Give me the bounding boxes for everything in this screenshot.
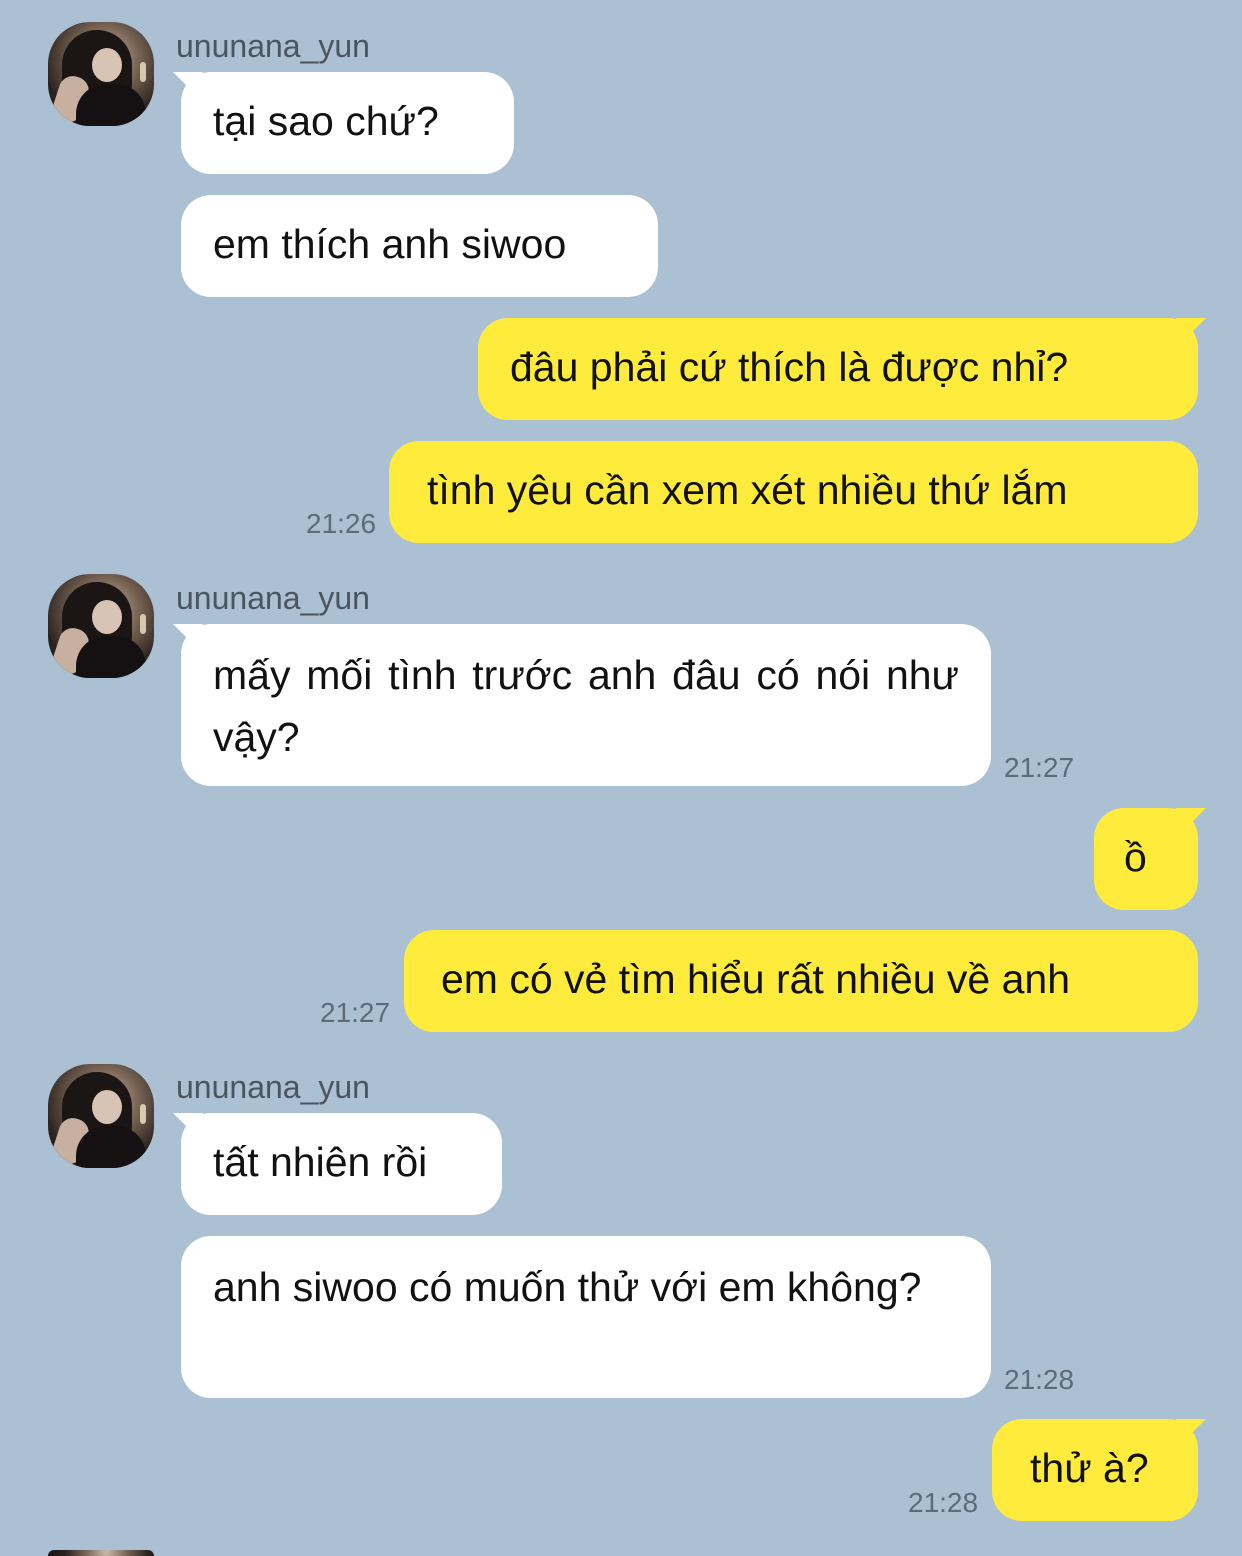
message-text: tại sao chứ? (213, 98, 439, 144)
contact-avatar[interactable] (48, 574, 154, 678)
message-text: đâu phải cứ thích là được nhỉ? (510, 344, 1069, 390)
incoming-message-bubble[interactable]: tại sao chứ? (181, 72, 514, 174)
message-text: thử à? (1030, 1445, 1149, 1491)
incoming-message-bubble[interactable]: tất nhiên rồi (181, 1113, 502, 1215)
contact-username: ununana_yun (176, 1069, 370, 1105)
contact-avatar[interactable] (48, 1550, 154, 1556)
message-timestamp: 21:26 (306, 508, 377, 539)
chat-thread[interactable]: ununana_yun tại sao chứ? em thích anh si… (0, 0, 1242, 1556)
incoming-message-bubble[interactable]: mấy mối tình trước anh đâu có nói như vậ… (181, 624, 991, 786)
message-text: mấy mối tình trước anh đâu có nói như vậ… (213, 652, 959, 760)
message-timestamp: 21:27 (320, 997, 391, 1028)
message-text: em có vẻ tìm hiểu rất nhiều về anh (441, 956, 1071, 1002)
message-text: ồ (1124, 834, 1147, 880)
message-timestamp: 21:27 (1004, 752, 1075, 783)
message-text: tất nhiên rồi (213, 1139, 428, 1185)
message-timestamp: 21:28 (1004, 1364, 1075, 1395)
outgoing-message-bubble[interactable]: thử à? (992, 1419, 1198, 1521)
message-text: tình yêu cần xem xét nhiều thứ lắm (427, 467, 1068, 513)
message-timestamp: 21:28 (908, 1487, 979, 1518)
contact-username: ununana_yun (176, 28, 370, 64)
outgoing-message-bubble[interactable]: ồ (1094, 808, 1198, 910)
contact-avatar[interactable] (48, 22, 154, 126)
message-text: em thích anh siwoo (213, 221, 567, 267)
contact-avatar[interactable] (48, 1064, 154, 1168)
contact-username: ununana_yun (176, 580, 370, 616)
incoming-message-bubble[interactable]: em thích anh siwoo (181, 195, 658, 297)
message-text: anh siwoo có muốn thử với em không? (213, 1264, 922, 1310)
outgoing-message-bubble[interactable]: em có vẻ tìm hiểu rất nhiều về anh (404, 930, 1198, 1032)
incoming-message-bubble[interactable]: anh siwoo có muốn thử với em không? (181, 1236, 991, 1398)
outgoing-message-bubble[interactable]: tình yêu cần xem xét nhiều thứ lắm (389, 441, 1198, 543)
outgoing-message-bubble[interactable]: đâu phải cứ thích là được nhỉ? (478, 318, 1198, 420)
